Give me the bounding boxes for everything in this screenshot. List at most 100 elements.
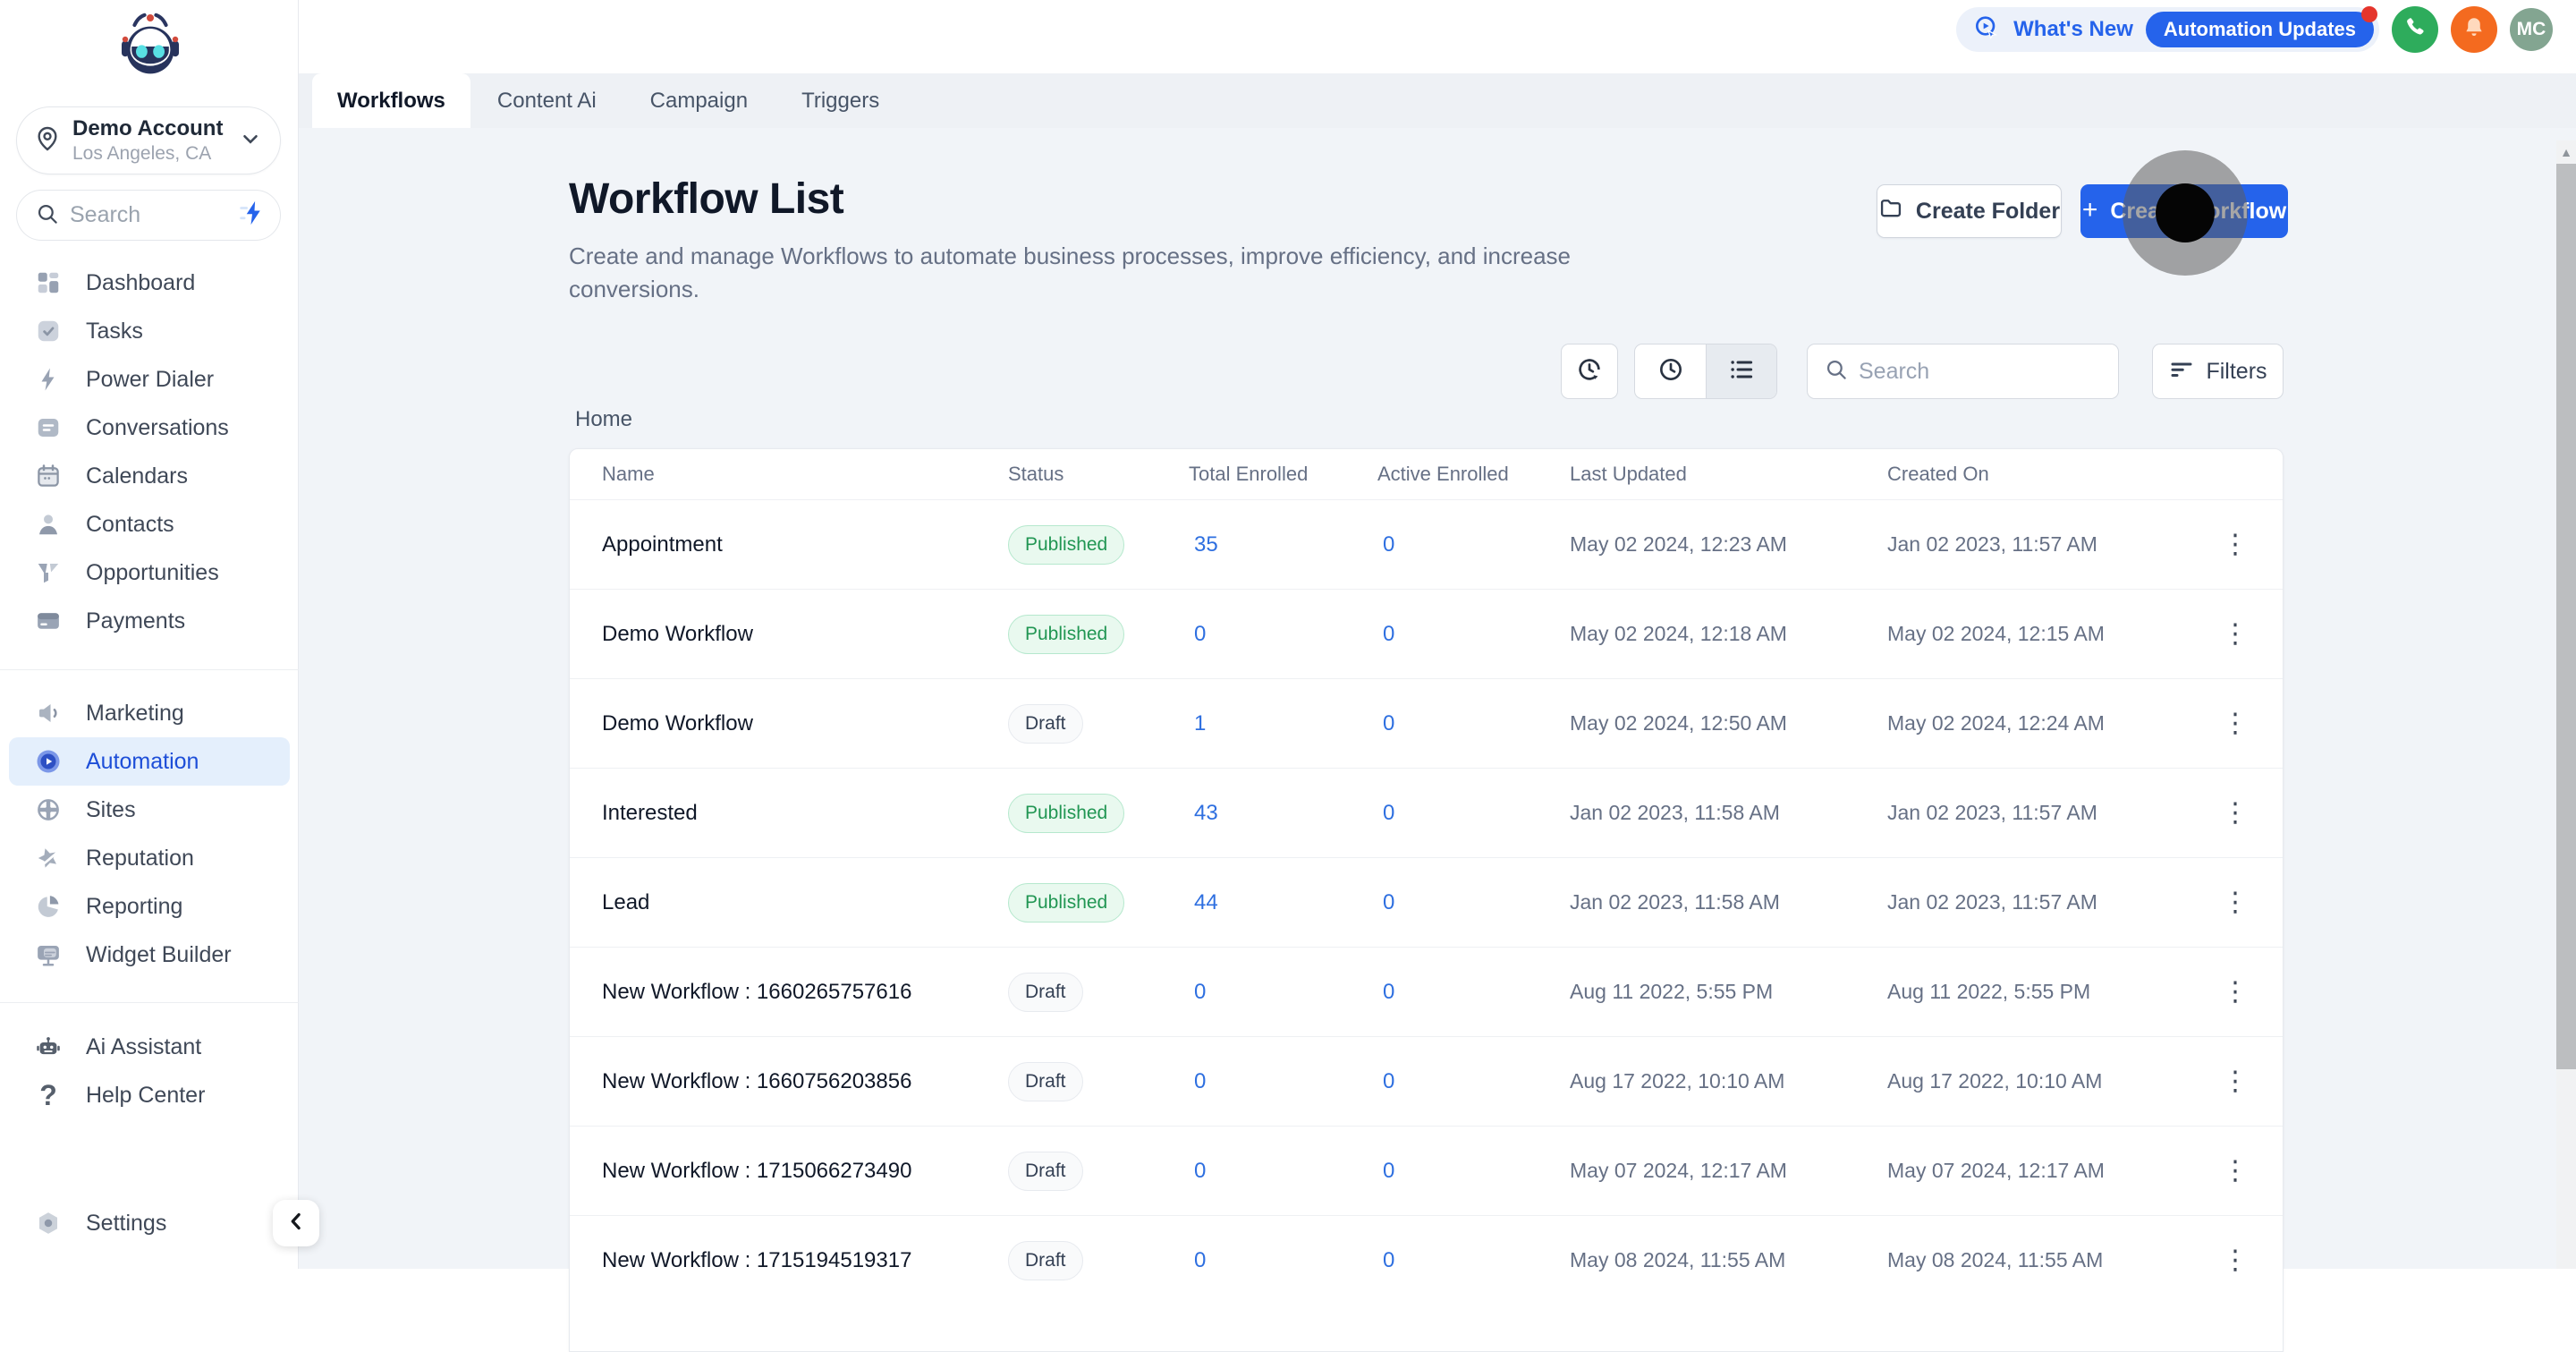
sidebar-item-widget-builder[interactable]: Widget Builder <box>0 931 299 979</box>
workflow-search[interactable] <box>1807 344 2119 399</box>
sidebar-item-label: Settings <box>86 1210 167 1236</box>
total-enrolled-value[interactable]: 0 <box>1189 1248 1377 1273</box>
workflow-name[interactable]: Demo Workflow <box>570 711 1008 736</box>
workflow-name[interactable]: New Workflow : 1715066273490 <box>570 1159 1008 1184</box>
workflow-name[interactable]: New Workflow : 1660756203856 <box>570 1069 1008 1094</box>
table-row[interactable]: Lead Published 44 0 Jan 02 2023, 11:58 A… <box>570 857 2283 947</box>
workflow-name[interactable]: Demo Workflow <box>570 622 1008 647</box>
total-enrolled-value[interactable]: 0 <box>1189 1159 1377 1184</box>
sidebar-item-ai-assistant[interactable]: Ai Assistant <box>0 1023 299 1071</box>
row-menu-button[interactable]: ⋮ <box>2188 1245 2283 1276</box>
sidebar-item-reporting[interactable]: Reporting <box>0 882 299 931</box>
phone-button[interactable] <box>2392 6 2438 53</box>
active-enrolled-value[interactable]: 0 <box>1377 1159 1570 1184</box>
table-row[interactable]: Interested Published 43 0 Jan 02 2023, 1… <box>570 768 2283 857</box>
sidebar-item-opportunities[interactable]: Opportunities <box>0 548 299 597</box>
sidebar-item-contacts[interactable]: Contacts <box>0 500 299 548</box>
table-row[interactable]: Demo Workflow Published 0 0 May 02 2024,… <box>570 589 2283 678</box>
sidebar-item-settings[interactable]: Settings <box>0 1199 299 1247</box>
row-menu-button[interactable]: ⋮ <box>2188 708 2283 739</box>
active-enrolled-value[interactable]: 0 <box>1377 711 1570 736</box>
total-enrolled-value[interactable]: 1 <box>1189 711 1377 736</box>
sidebar-item-automation[interactable]: Automation <box>9 737 290 786</box>
sidebar-item-tasks[interactable]: Tasks <box>0 307 299 355</box>
recent-view-toggle[interactable] <box>1635 344 1706 398</box>
table-row[interactable]: Demo Workflow Draft 1 0 May 02 2024, 12:… <box>570 678 2283 768</box>
plus-icon: + <box>2081 194 2098 225</box>
total-enrolled-value[interactable]: 0 <box>1189 1069 1377 1094</box>
sidebar-item-help-center[interactable]: ? Help Center <box>0 1071 299 1119</box>
sidebar-item-conversations[interactable]: Conversations <box>0 404 299 452</box>
table-row[interactable]: Appointment Published 35 0 May 02 2024, … <box>570 499 2283 589</box>
scrollbar-up-arrow[interactable]: ▲ <box>2556 140 2576 164</box>
module-tabbar: Workflows Content Ai Campaign Triggers <box>299 73 2576 128</box>
scrollbar-thumb[interactable] <box>2556 164 2576 1069</box>
table-row[interactable]: New Workflow : 1715066273490 Draft 0 0 M… <box>570 1126 2283 1215</box>
workflow-name[interactable]: Lead <box>570 890 1008 915</box>
active-enrolled-value[interactable]: 0 <box>1377 622 1570 647</box>
star-icon <box>34 844 63 872</box>
automation-icon <box>34 747 63 776</box>
col-last-updated: Last Updated <box>1570 463 1687 485</box>
sidebar-item-power-dialer[interactable]: Power Dialer <box>0 355 299 404</box>
list-view-toggle[interactable] <box>1706 344 1776 398</box>
last-updated-value: Aug 11 2022, 5:55 PM <box>1570 980 1774 1003</box>
sidebar-item-calendars[interactable]: Calendars <box>0 452 299 500</box>
enrollment-history-button[interactable] <box>1561 344 1618 399</box>
total-enrolled-value[interactable]: 43 <box>1189 801 1377 826</box>
row-menu-button[interactable]: ⋮ <box>2188 887 2283 918</box>
filters-button[interactable]: Filters <box>2152 344 2284 399</box>
workflow-search-input[interactable] <box>1859 358 2102 385</box>
active-enrolled-value[interactable]: 0 <box>1377 1248 1570 1273</box>
active-enrolled-value[interactable]: 0 <box>1377 532 1570 557</box>
ai-bolt-icon[interactable] <box>239 200 266 231</box>
last-updated-value: May 02 2024, 12:50 AM <box>1570 711 1787 735</box>
row-menu-button[interactable]: ⋮ <box>2188 1155 2283 1186</box>
sidebar-item-marketing[interactable]: Marketing <box>0 689 299 737</box>
breadcrumb[interactable]: Home <box>575 407 632 432</box>
active-enrolled-value[interactable]: 0 <box>1377 890 1570 915</box>
sidebar-item-dashboard[interactable]: Dashboard <box>0 259 299 307</box>
row-menu-button[interactable]: ⋮ <box>2188 529 2283 560</box>
account-switcher[interactable]: Demo Account Los Angeles, CA <box>16 106 281 174</box>
total-enrolled-value[interactable]: 44 <box>1189 890 1377 915</box>
notifications-button[interactable] <box>2451 6 2497 53</box>
whats-new-button[interactable]: What's New Automation Updates <box>1956 6 2379 52</box>
tab-triggers[interactable]: Triggers <box>775 73 906 128</box>
total-enrolled-value[interactable]: 0 <box>1189 980 1377 1005</box>
row-menu-button[interactable]: ⋮ <box>2188 976 2283 1008</box>
table-row[interactable]: New Workflow : 1715194519317 Draft 0 0 M… <box>570 1215 2283 1305</box>
active-enrolled-value[interactable]: 0 <box>1377 1069 1570 1094</box>
workflow-name[interactable]: New Workflow : 1660265757616 <box>570 980 1008 1005</box>
total-enrolled-value[interactable]: 35 <box>1189 532 1377 557</box>
conversations-icon <box>34 413 63 442</box>
sidebar-search-input[interactable] <box>70 202 239 228</box>
tab-campaign[interactable]: Campaign <box>623 73 775 128</box>
workflow-name[interactable]: Appointment <box>570 532 1008 557</box>
created-on-value: Jan 02 2023, 11:57 AM <box>1887 532 2097 556</box>
workflow-name[interactable]: New Workflow : 1715194519317 <box>570 1248 1008 1273</box>
sidebar-collapse-button[interactable] <box>273 1200 319 1246</box>
table-row[interactable]: New Workflow : 1660265757616 Draft 0 0 A… <box>570 947 2283 1036</box>
row-menu-button[interactable]: ⋮ <box>2188 1066 2283 1097</box>
active-enrolled-value[interactable]: 0 <box>1377 980 1570 1005</box>
table-row[interactable]: New Workflow : 1660756203856 Draft 0 0 A… <box>570 1036 2283 1126</box>
create-workflow-button[interactable]: + Create Workflow <box>2080 184 2288 238</box>
total-enrolled-value[interactable]: 0 <box>1189 622 1377 647</box>
create-folder-button[interactable]: Create Folder <box>1877 184 2062 238</box>
active-enrolled-value[interactable]: 0 <box>1377 801 1570 826</box>
sidebar-item-payments[interactable]: Payments <box>0 597 299 645</box>
sidebar-item-sites[interactable]: Sites <box>0 786 299 834</box>
last-updated-value: Aug 17 2022, 10:10 AM <box>1570 1069 1785 1093</box>
tab-content-ai[interactable]: Content Ai <box>470 73 623 128</box>
pie-chart-icon <box>34 892 63 921</box>
tab-workflows[interactable]: Workflows <box>312 73 470 128</box>
row-menu-button[interactable]: ⋮ <box>2188 618 2283 650</box>
row-menu-button[interactable]: ⋮ <box>2188 797 2283 829</box>
sidebar-search[interactable] <box>16 190 281 241</box>
workflow-name[interactable]: Interested <box>570 801 1008 826</box>
automation-updates-badge[interactable]: Automation Updates <box>2145 6 2377 47</box>
user-avatar[interactable]: MC <box>2510 8 2553 51</box>
sidebar-item-reputation[interactable]: Reputation <box>0 834 299 882</box>
status-badge: Draft <box>1008 972 1083 1012</box>
